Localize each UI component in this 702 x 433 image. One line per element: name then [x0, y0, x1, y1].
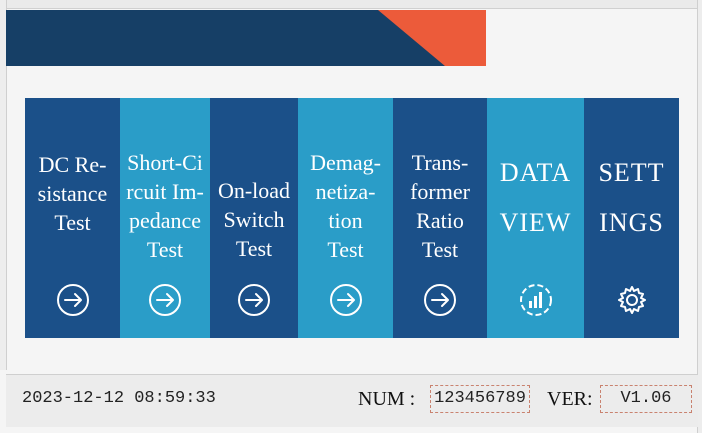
- tile-label: DC Re- sistance Test: [37, 152, 108, 235]
- data-chart-icon: [519, 284, 552, 316]
- tile-dc-resistance-test[interactable]: DC Re- sistance Test: [25, 98, 120, 338]
- num-field: 123456789: [430, 385, 530, 413]
- tile-transformer-ratio-test[interactable]: Trans- former Ratio Test: [393, 98, 487, 338]
- test-menu: DC Re- sistance Test Short-Ci rcuit Im- …: [25, 98, 679, 338]
- right-border: [697, 0, 702, 433]
- num-label: NUM :: [358, 388, 416, 410]
- arrow-right-circle-icon: [56, 284, 89, 316]
- tile-label: Short-Ci rcuit Im- pedance Test: [126, 150, 204, 262]
- tile-on-load-switch-test[interactable]: On-load Switch Test: [210, 98, 298, 338]
- tile-label: DATA VIEW: [499, 158, 572, 237]
- ver-label: VER:: [547, 388, 593, 410]
- tile-settings[interactable]: SETT INGS: [584, 98, 679, 338]
- tile-demagnetization-test[interactable]: Demag- netiza- tion Test: [298, 98, 393, 338]
- top-border: [0, 0, 702, 9]
- arrow-right-circle-icon: [149, 284, 181, 316]
- arrow-right-circle-icon: [329, 284, 362, 316]
- arrow-right-circle-icon: [238, 284, 270, 316]
- tile-label: On-load Switch Test: [217, 178, 291, 261]
- device-screen: DC Re- sistance Test Short-Ci rcuit Im- …: [0, 0, 702, 433]
- tile-label: SETT INGS: [598, 158, 665, 237]
- arrow-right-circle-icon: [424, 284, 456, 316]
- tile-short-circuit-impedance-test[interactable]: Short-Ci rcuit Im- pedance Test: [120, 98, 210, 338]
- status-bar: 2023-12-12 08:59:33 NUM : 123456789 VER:…: [6, 374, 698, 427]
- tile-data-view[interactable]: DATA VIEW: [487, 98, 584, 338]
- ver-field: V1.06: [600, 385, 692, 413]
- gear-icon: [617, 286, 646, 314]
- datetime-display: 2023-12-12 08:59:33: [22, 389, 216, 408]
- tile-label: Demag- netiza- tion Test: [310, 150, 381, 262]
- tile-label: Trans- former Ratio Test: [410, 150, 470, 262]
